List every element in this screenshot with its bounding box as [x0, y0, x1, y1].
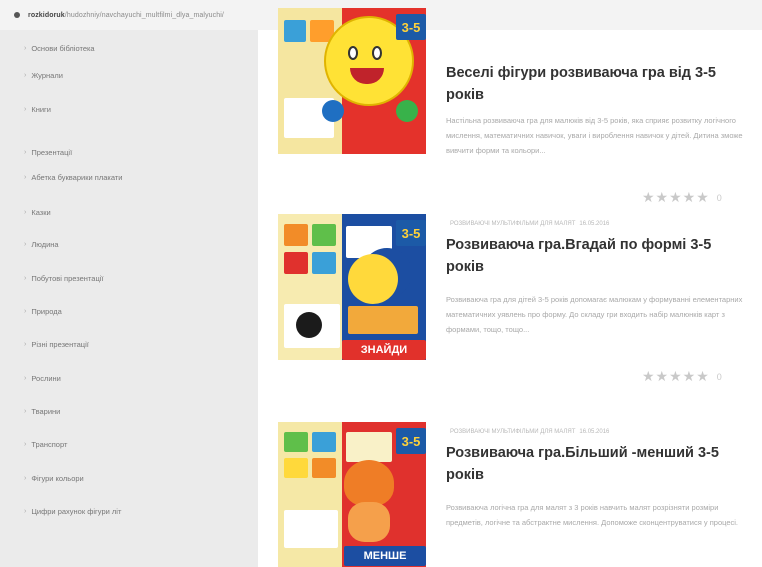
- post-thumbnail[interactable]: 3-5 ЗНАЙДИ: [278, 214, 426, 360]
- arrow-icon: ›: [24, 475, 27, 482]
- game-box-image: 3-5: [278, 8, 426, 154]
- star-rating-icon[interactable]: ★★★★★: [642, 368, 710, 385]
- sidebar-item[interactable]: › Рослини: [24, 374, 61, 383]
- post-date: 16.05.2016: [579, 221, 610, 227]
- post-thumbnail[interactable]: 3-5: [278, 8, 426, 154]
- post-card: 3-5 ЗНАЙДИ РОЗВИВАЮЧІ МУЛЬТИФІЛЬМИ ДЛЯ М…: [278, 214, 748, 414]
- arrow-icon: ›: [24, 308, 27, 315]
- arrow-icon: ›: [24, 275, 27, 282]
- post-rating[interactable]: ★★★★★ 0: [642, 189, 722, 206]
- post-thumbnail[interactable]: 3-5 МЕНШЕ: [278, 422, 426, 567]
- sidebar-item[interactable]: › Тварини: [24, 407, 60, 416]
- game-box-image: 3-5 МЕНШЕ: [278, 422, 426, 567]
- sidebar-item[interactable]: › Природа: [24, 307, 62, 316]
- post-excerpt: Розвиваюча логічна гра для малят з 3 рок…: [446, 503, 739, 527]
- game-box-image: 3-5 ЗНАЙДИ: [278, 214, 426, 360]
- sidebar-item[interactable]: › Фігури кольори: [24, 474, 84, 483]
- arrow-icon: ›: [24, 508, 27, 515]
- age-badge: 3-5: [396, 14, 426, 40]
- star-rating-icon[interactable]: ★★★★★: [642, 189, 710, 206]
- sidebar-item[interactable]: › Побутові презентації: [24, 274, 104, 283]
- box-title-text: ЗНАЙДИ: [342, 340, 426, 360]
- post-card: 3-5 Веселі фігури розвиваюча гра від 3-5…: [278, 8, 748, 205]
- post-rating[interactable]: ★★★★★ 0: [642, 368, 722, 385]
- arrow-icon: ›: [24, 45, 27, 52]
- arrow-icon: ›: [24, 174, 27, 181]
- sidebar-item[interactable]: › Цифри рахунок фігури літ: [24, 507, 121, 516]
- sidebar-item[interactable]: › Основи бібліотека: [24, 44, 95, 53]
- box-title-text: МЕНШЕ: [344, 546, 426, 566]
- sidebar-item[interactable]: › Абетка букварики плакати: [24, 173, 122, 182]
- arrow-icon: ›: [24, 375, 27, 382]
- post-date: 16.05.2016: [579, 429, 610, 435]
- arrow-icon: ›: [24, 72, 27, 79]
- age-badge: 3-5: [396, 428, 426, 454]
- rating-count: 0: [716, 371, 722, 382]
- arrow-icon: ›: [24, 209, 27, 216]
- sidebar-item[interactable]: › Транспорт: [24, 440, 67, 449]
- post-excerpt: Розвиваюча гра для дітей 3-5 років допом…: [446, 295, 743, 334]
- category-sidebar: › Основи бібліотека › Журнали › Книги › През…: [0, 30, 258, 567]
- arrow-icon: ›: [24, 341, 27, 348]
- sidebar-item[interactable]: › Казки: [24, 208, 51, 217]
- arrow-icon: ›: [24, 241, 27, 248]
- post-category[interactable]: РОЗВИВАЮЧІ МУЛЬТИФІЛЬМИ ДЛЯ МАЛЯТ 16.05.2…: [446, 221, 609, 227]
- post-title[interactable]: Розвиваюча гра.Вгадай по формі 3-5 років: [446, 234, 746, 278]
- post-title[interactable]: Веселі фігури розвиваюча гра від 3-5 рок…: [446, 62, 746, 106]
- arrow-icon: ›: [24, 149, 27, 156]
- post-excerpt: Настільна розвиваюча гра для малюків від…: [446, 116, 743, 155]
- post-category[interactable]: РОЗВИВАЮЧІ МУЛЬТИФІЛЬМИ ДЛЯ МАЛЯТ 16.05.2…: [446, 429, 609, 435]
- post-title[interactable]: Розвиваюча гра.Більший -менший 3-5 років: [446, 442, 746, 486]
- arrow-icon: ›: [24, 106, 27, 113]
- sidebar-item[interactable]: › Різні презентації: [24, 340, 89, 349]
- post-card: 3-5 МЕНШЕ РОЗВИВАЮЧІ МУЛЬТИФІЛЬМИ ДЛЯ МА…: [278, 422, 748, 567]
- rating-count: 0: [716, 192, 722, 203]
- sidebar-item[interactable]: › Презентації: [24, 148, 72, 157]
- sidebar-item[interactable]: › Журнали: [24, 71, 63, 80]
- sidebar-item[interactable]: › Людина: [24, 240, 59, 249]
- url-text[interactable]: rozkidoruk/hudozhniy/navchayuchi_multfil…: [28, 12, 224, 19]
- post-list: 3-5 Веселі фігури розвиваюча гра від 3-5…: [258, 8, 762, 567]
- sidebar-item[interactable]: › Книги: [24, 105, 51, 114]
- arrow-icon: ›: [24, 441, 27, 448]
- age-badge: 3-5: [396, 220, 426, 246]
- site-info-icon[interactable]: [14, 12, 20, 18]
- arrow-icon: ›: [24, 408, 27, 415]
